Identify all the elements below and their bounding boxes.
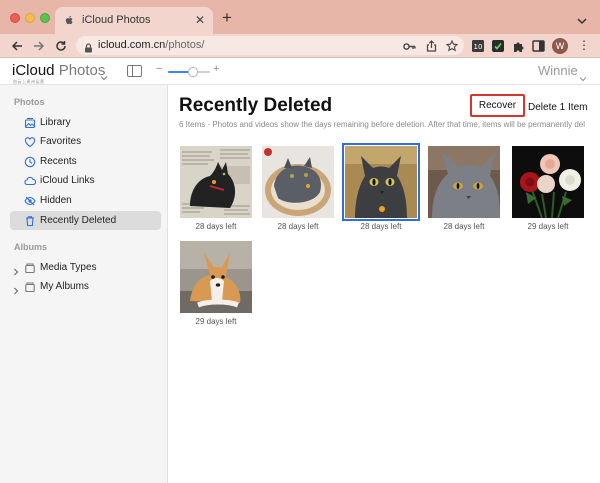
heart-icon	[24, 135, 36, 148]
close-tab-icon[interactable]: ✕	[195, 13, 205, 27]
cat-in-basket-image	[262, 146, 334, 218]
sidebar-section-albums: Albums	[14, 242, 48, 252]
forward-icon[interactable]	[30, 37, 48, 55]
days-left-label: 28 days left	[195, 222, 237, 231]
sidebar-item-label: Recents	[40, 156, 77, 167]
photo-thumbnail[interactable]	[512, 146, 584, 218]
maximize-window-button[interactable]	[40, 13, 50, 23]
recover-button[interactable]: Recover	[470, 94, 525, 117]
zoom-out-icon[interactable]: −	[156, 63, 162, 75]
photo-thumbnail[interactable]	[180, 146, 252, 218]
sidebar-item-hidden[interactable]: Hidden	[10, 191, 161, 210]
corgi-image	[180, 241, 252, 313]
lock-icon[interactable]	[84, 40, 93, 58]
library-icon	[24, 116, 36, 129]
sidebar: Photos Library Favorites Recents iCloud …	[0, 85, 168, 483]
url-text: icloud.com.cn/photos/	[98, 39, 204, 51]
back-icon[interactable]	[8, 37, 26, 55]
svg-text:10: 10	[474, 43, 483, 51]
puzzle-icon[interactable]	[510, 38, 526, 54]
chevron-down-icon[interactable]	[100, 68, 108, 86]
sidebar-item-favorites[interactable]: Favorites	[10, 132, 161, 151]
days-left-label: 29 days left	[195, 317, 237, 326]
browser-toolbar: icloud.com.cn/photos/ 10 W ⋮	[0, 34, 600, 58]
eye-slash-icon	[24, 194, 36, 206]
roses-image	[512, 146, 584, 218]
days-left-label: 28 days left	[277, 222, 319, 231]
sidebar-toggle-icon[interactable]	[127, 65, 142, 77]
sidebar-item-recents[interactable]: Recents	[10, 152, 161, 171]
trash-icon	[24, 214, 36, 227]
sidebar-item-label: Recently Deleted	[40, 215, 117, 226]
page-title: Recently Deleted	[179, 95, 333, 116]
cloud-link-icon	[24, 174, 37, 186]
sidebar-item-my-albums[interactable]: My Albums	[10, 277, 161, 296]
sidebar-item-label: Favorites	[40, 136, 82, 147]
sidebar-item-media-types[interactable]: Media Types	[10, 258, 161, 277]
app-brand[interactable]: iCloud Photos	[12, 62, 105, 79]
folder-icon	[24, 280, 36, 293]
app-header: iCloud Photos 由云上贵州运营 − + Winnie	[0, 58, 600, 85]
photo-thumbnail[interactable]	[428, 146, 500, 218]
sidebar-item-icloud-links[interactable]: iCloud Links	[10, 171, 161, 190]
side-panel-icon[interactable]	[530, 38, 546, 54]
zoom-in-icon[interactable]: +	[213, 63, 219, 75]
sidebar-item-label: Media Types	[40, 262, 97, 273]
sidebar-item-label: Library	[40, 117, 71, 128]
brand-photos: Photos	[58, 62, 106, 79]
user-menu[interactable]: Winnie	[538, 63, 578, 78]
gray-cat-closeup-image	[428, 146, 500, 218]
extension-check-icon[interactable]	[490, 38, 506, 54]
gray-cat-portrait-image	[345, 146, 417, 218]
minimize-window-button[interactable]	[25, 13, 35, 23]
reload-icon[interactable]	[52, 37, 70, 55]
browser-menu-icon[interactable]: ⋮	[578, 38, 590, 52]
profile-avatar[interactable]: W	[552, 38, 568, 54]
star-icon[interactable]	[445, 39, 459, 53]
brand-icloud: iCloud	[12, 62, 55, 79]
sidebar-item-label: My Albums	[40, 281, 89, 292]
main-content: Recently Deleted Recover Delete 1 Item 6…	[169, 85, 600, 483]
cat-on-newspaper-image	[180, 146, 252, 218]
url-host: icloud.com.cn	[98, 39, 166, 51]
folder-icon	[24, 261, 36, 274]
photo-thumbnail[interactable]	[262, 146, 334, 218]
chevron-down-icon[interactable]	[577, 12, 587, 30]
photo-thumbnail[interactable]	[180, 241, 252, 313]
delete-item-button[interactable]: Delete 1 Item	[528, 102, 587, 113]
address-bar[interactable]: icloud.com.cn/photos/	[76, 36, 464, 55]
days-left-label: 28 days left	[360, 222, 402, 231]
url-path: /photos/	[165, 39, 205, 51]
days-left-label: 28 days left	[443, 222, 485, 231]
page-subtitle: 6 Items · Photos and videos show the day…	[179, 120, 585, 129]
photo-thumbnail-selected[interactable]	[342, 143, 420, 221]
sidebar-item-label: iCloud Links	[40, 175, 95, 186]
browser-tab-strip: iCloud Photos ✕ +	[0, 0, 600, 34]
sidebar-item-recently-deleted[interactable]: Recently Deleted	[10, 211, 161, 230]
browser-tab-icloud-photos[interactable]: iCloud Photos ✕	[55, 7, 213, 34]
sidebar-section-photos: Photos	[14, 97, 45, 107]
sidebar-item-library[interactable]: Library	[10, 113, 161, 132]
key-icon[interactable]	[402, 39, 416, 53]
extension-calendar-icon[interactable]: 10	[470, 38, 486, 54]
apple-icon	[64, 15, 75, 26]
tab-title: iCloud Photos	[82, 14, 151, 26]
sidebar-item-label: Hidden	[40, 195, 72, 206]
new-tab-button[interactable]: +	[222, 9, 232, 26]
share-icon[interactable]	[424, 39, 438, 53]
clock-icon	[24, 155, 36, 168]
days-left-label: 29 days left	[527, 222, 569, 231]
zoom-slider-knob[interactable]	[188, 67, 199, 77]
chevron-right-icon[interactable]	[13, 282, 19, 300]
close-window-button[interactable]	[10, 13, 20, 23]
